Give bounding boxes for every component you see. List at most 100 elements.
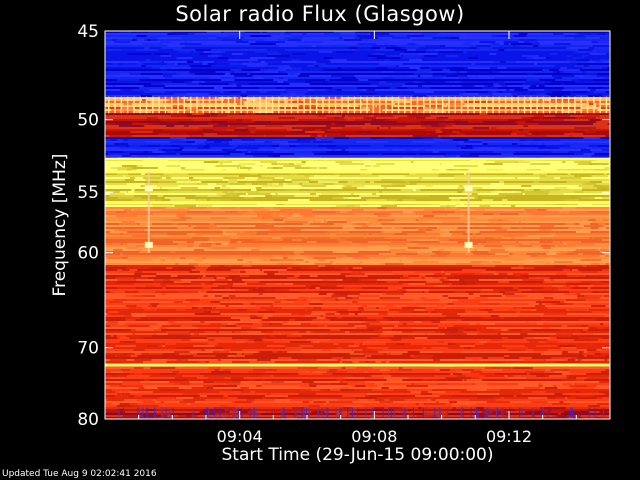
- spectrogram-row: [105, 295, 610, 297]
- spectrogram-speckle: [251, 61, 261, 63]
- spectrogram-speckle: [563, 87, 589, 89]
- spectrogram-speckle: [398, 367, 403, 369]
- spectrogram-speckle: [354, 313, 358, 315]
- spectrogram-speckle: [323, 143, 327, 145]
- spectrogram-speckle: [505, 295, 525, 297]
- spectrogram-speckle: [417, 327, 424, 329]
- noise-streak: [255, 407, 257, 419]
- spectrogram-speckle: [326, 135, 346, 137]
- spectrogram-speckle: [564, 133, 584, 135]
- spectrogram-speckle: [557, 303, 566, 305]
- spectrogram-speckle: [127, 243, 144, 245]
- spectrogram-speckle: [121, 147, 124, 149]
- spectrogram-speckle: [242, 121, 255, 123]
- spectrogram-speckle: [278, 117, 295, 119]
- periodic-pulse: [391, 96, 393, 114]
- spectrogram-speckle: [369, 109, 383, 111]
- spectrogram-speckle: [432, 37, 451, 39]
- spectrogram-speckle: [270, 213, 290, 215]
- spectrogram-speckle: [430, 71, 454, 73]
- spectrogram-speckle: [583, 75, 598, 77]
- spectrogram-speckle: [187, 245, 194, 247]
- spectrogram-speckle: [192, 143, 198, 145]
- spectrogram-speckle: [248, 301, 255, 303]
- spectrogram-speckle: [402, 71, 405, 73]
- periodic-pulse: [278, 96, 280, 114]
- spectrogram-speckle: [279, 145, 290, 147]
- noise-streak: [192, 407, 194, 419]
- spectrogram-speckle: [399, 311, 410, 313]
- spectrogram-speckle: [134, 395, 142, 397]
- spectrogram-speckle: [389, 257, 407, 259]
- spectrogram-speckle: [189, 65, 211, 67]
- spectrogram-speckle: [275, 325, 286, 327]
- periodic-pulse: [574, 96, 576, 114]
- spectrogram-speckle: [125, 305, 137, 307]
- spectrogram-speckle: [308, 405, 320, 407]
- spectrogram-speckle: [432, 229, 440, 231]
- spectrogram-speckle: [169, 251, 176, 253]
- spectrogram-speckle: [551, 285, 564, 287]
- spectrogram-speckle: [452, 283, 476, 285]
- noise-streak: [241, 407, 243, 419]
- spectrogram-speckle: [560, 343, 579, 345]
- spectrogram-speckle: [581, 325, 589, 327]
- spectrogram-row: [105, 355, 610, 357]
- spectrogram-speckle: [531, 37, 543, 39]
- spectrogram-speckle: [265, 135, 286, 137]
- spectrogram-speckle: [143, 309, 158, 311]
- spectrogram-speckle: [218, 299, 237, 301]
- spectrogram-speckle: [327, 221, 347, 223]
- spectrogram-speckle: [590, 119, 600, 121]
- noise-streak: [339, 407, 341, 419]
- spectrogram-speckle: [291, 179, 311, 181]
- spectrogram-speckle: [236, 325, 262, 327]
- spectrogram-speckle: [270, 321, 283, 323]
- spectrogram-speckle: [153, 129, 164, 131]
- spectrogram-speckle: [490, 183, 505, 185]
- spectrogram-speckle: [371, 123, 398, 125]
- spectrogram-speckle: [530, 223, 553, 225]
- spectrogram-speckle: [372, 389, 394, 391]
- spectrogram-speckle: [473, 205, 479, 207]
- spectrogram-speckle: [569, 61, 588, 63]
- spectrogram-speckle: [248, 65, 266, 67]
- spectrogram-speckle: [515, 177, 518, 179]
- periodic-pulse: [259, 96, 261, 114]
- spectrogram-speckle: [446, 59, 457, 61]
- spectrogram-speckle: [270, 335, 275, 337]
- spectrogram-speckle: [474, 383, 487, 385]
- spectrogram-speckle: [445, 81, 463, 83]
- spectrogram-speckle: [341, 115, 345, 117]
- spectrogram-speckle: [119, 307, 123, 309]
- spectrogram-speckle: [174, 377, 197, 379]
- spectrogram-speckle: [588, 103, 594, 105]
- spectrogram-speckle: [228, 223, 238, 225]
- spectrogram-speckle: [176, 225, 188, 227]
- spectrogram-speckle: [180, 217, 192, 219]
- spectrogram-speckle: [470, 261, 483, 263]
- spectrogram-speckle: [604, 359, 608, 361]
- spectrogram-speckle: [491, 315, 499, 317]
- spectrogram-speckle: [277, 81, 284, 83]
- spectrogram-speckle: [523, 243, 531, 245]
- spectrogram-speckle: [141, 225, 161, 227]
- spectrogram-speckle: [153, 243, 178, 245]
- spectrogram-speckle: [213, 385, 238, 387]
- spectrogram-speckle: [333, 263, 337, 265]
- spectrogram-speckle: [546, 331, 565, 333]
- spectrogram-speckle: [135, 277, 148, 279]
- spectrogram-speckle: [341, 269, 349, 271]
- spectrogram-speckle: [552, 91, 571, 93]
- spectrogram-speckle: [131, 189, 135, 191]
- spectrogram-speckle: [116, 155, 119, 157]
- spectrogram-speckle: [402, 251, 417, 253]
- spectrogram-speckle: [449, 341, 462, 343]
- spectrogram-speckle: [247, 149, 258, 151]
- spectrogram-speckle: [306, 111, 325, 113]
- spectrogram-speckle: [391, 339, 402, 341]
- spectrogram-speckle: [368, 153, 383, 155]
- spectrogram-speckle: [330, 123, 336, 125]
- spectrogram-speckle: [575, 391, 580, 393]
- noise-streak: [484, 407, 486, 419]
